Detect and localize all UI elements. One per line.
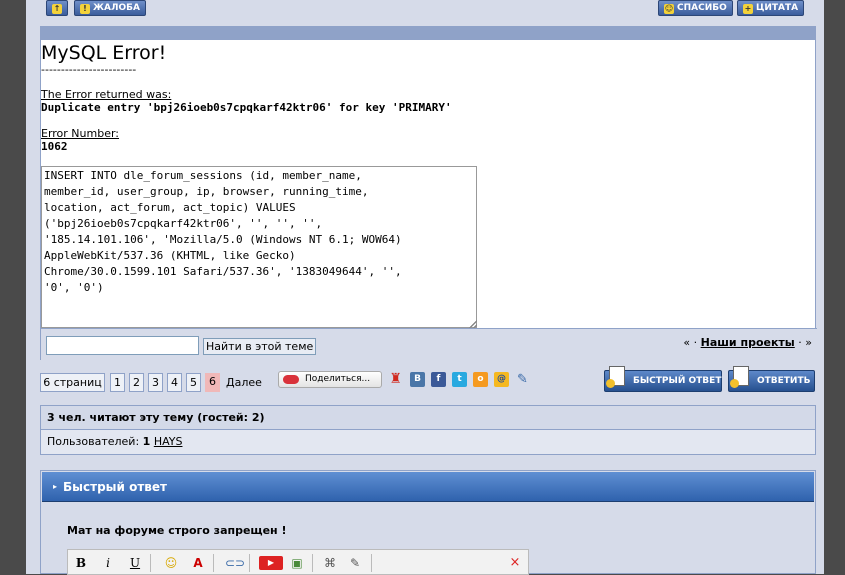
page-current: 6 [205, 373, 220, 392]
readers-title: 3 чел. читают эту тему (гостей: 2) [41, 406, 815, 430]
error-number-label: Error Number: [41, 127, 120, 140]
bold-icon[interactable]: B [72, 554, 90, 572]
users-label: Пользователей: [47, 435, 140, 448]
nav-next-link[interactable]: » [805, 336, 812, 349]
moikrug-icon[interactable]: ♜ [388, 372, 403, 387]
quick-reply-button[interactable]: БЫСТРЫЙ ОТВЕТ [604, 366, 722, 392]
readers-list: Пользователей: 1 HAYS [41, 430, 815, 454]
youtube-icon[interactable]: ▶ [259, 556, 283, 570]
share-label: Поделиться... [305, 374, 371, 384]
arrow-up-icon: ↑ [52, 4, 62, 14]
toolbar-divider [213, 554, 214, 572]
pages-count-badge[interactable]: 6 страниц [40, 373, 105, 392]
twitter-icon[interactable]: t [452, 372, 467, 387]
error-title: MySQL Error! [41, 42, 167, 64]
page-link[interactable]: 2 [129, 373, 144, 392]
forum-rule-note: Мат на форуме строго запрещен ! [67, 524, 287, 537]
spoiler-icon[interactable]: ⌘ [321, 554, 339, 572]
post-separator [40, 26, 816, 40]
thanks-label: СПАСИБО [677, 3, 727, 13]
smiley-icon[interactable]: ☺ [162, 554, 180, 572]
projects-link[interactable]: Наши проекты [701, 336, 795, 349]
editor-toolbar: B i U ☺ A ⊂⊃ ▶ ▣ ⌘ ✎ × [67, 549, 529, 575]
odnoklassniki-icon[interactable]: o [473, 372, 488, 387]
page-link[interactable]: 3 [148, 373, 163, 392]
complaint-label: ЖАЛОБА [93, 3, 140, 13]
error-divider: ------------------------ [41, 63, 137, 76]
font-color-icon[interactable]: A [189, 554, 207, 572]
toolbar-divider [249, 554, 250, 572]
page-link[interactable]: 5 [186, 373, 201, 392]
italic-icon[interactable]: i [99, 554, 117, 572]
error-returned-value: Duplicate entry 'bpj26ioeb0s7cpqkarf42kt… [41, 101, 452, 114]
toolbar-divider [371, 554, 372, 572]
share-button[interactable]: Поделиться... [278, 371, 382, 388]
projects-nav: « · Наши проекты · » [683, 336, 812, 349]
post-body: MySQL Error! ------------------------ Th… [40, 40, 817, 360]
image-icon[interactable]: ▣ [288, 554, 306, 572]
mailru-icon[interactable]: @ [494, 372, 509, 387]
smiley-icon: ☺ [664, 4, 674, 14]
nav-prev-link[interactable]: « [683, 336, 690, 349]
user-link[interactable]: HAYS [154, 435, 183, 448]
topic-readers-box: 3 чел. читают эту тему (гостей: 2) Польз… [40, 405, 816, 455]
resize-grip-icon[interactable] [469, 320, 477, 328]
edit-icon[interactable]: ✎ [346, 554, 364, 572]
document-icon [606, 366, 625, 388]
close-icon[interactable]: × [506, 554, 524, 572]
toolbar-divider [312, 554, 313, 572]
page-link[interactable]: 1 [110, 373, 125, 392]
topic-search-button[interactable]: Найти в этой теме [203, 338, 317, 355]
scroll-up-button[interactable]: ↑ [46, 0, 68, 16]
quick-reply-panel: ▸ Быстрый ответ Мат на форуме строго зап… [40, 470, 816, 575]
post-footer: Найти в этой теме « · Наши проекты · » [41, 328, 817, 360]
thanks-button[interactable]: ☺ СПАСИБО [658, 0, 733, 16]
page-link[interactable]: 4 [167, 373, 182, 392]
complaint-button[interactable]: ! ЖАЛОБА [74, 0, 146, 16]
error-number-value: 1062 [41, 140, 68, 153]
error-returned-label: The Error returned was: [41, 88, 172, 101]
plus-icon: + [743, 4, 753, 14]
document-icon [730, 366, 749, 388]
livejournal-icon[interactable]: ✎ [515, 372, 530, 387]
vkontakte-icon[interactable]: В [410, 372, 425, 387]
quote-label: ЦИТАТА [756, 3, 799, 13]
forum-page: ↑ ! ЖАЛОБА ☺ СПАСИБО + ЦИТАТА MySQL Error! … [26, 0, 824, 575]
sql-query-textarea[interactable] [41, 166, 477, 328]
reply-button[interactable]: ОТВЕТИТЬ [728, 366, 815, 392]
exclamation-icon: ! [80, 4, 90, 14]
reply-label: ОТВЕТИТЬ [757, 376, 811, 386]
topic-search-input[interactable] [46, 336, 199, 355]
page-next-link[interactable]: Далее [226, 376, 262, 389]
facebook-icon[interactable]: f [431, 372, 446, 387]
share-icon [283, 375, 299, 384]
toolbar-divider [150, 554, 151, 572]
post-action-bar: ↑ ! ЖАЛОБА ☺ СПАСИБО + ЦИТАТА [40, 0, 816, 18]
quick-reply-title: Быстрый ответ [63, 480, 167, 494]
underline-icon[interactable]: U [126, 554, 144, 572]
quick-reply-label: БЫСТРЫЙ ОТВЕТ [633, 376, 722, 386]
quote-button[interactable]: + ЦИТАТА [737, 0, 805, 16]
nav-separator: · [798, 336, 802, 349]
nav-separator: · [693, 336, 698, 349]
link-icon[interactable]: ⊂⊃ [225, 554, 245, 572]
users-count: 1 [142, 435, 151, 448]
quick-reply-header[interactable]: ▸ Быстрый ответ [42, 472, 814, 502]
expand-arrow-icon: ▸ [53, 482, 58, 491]
